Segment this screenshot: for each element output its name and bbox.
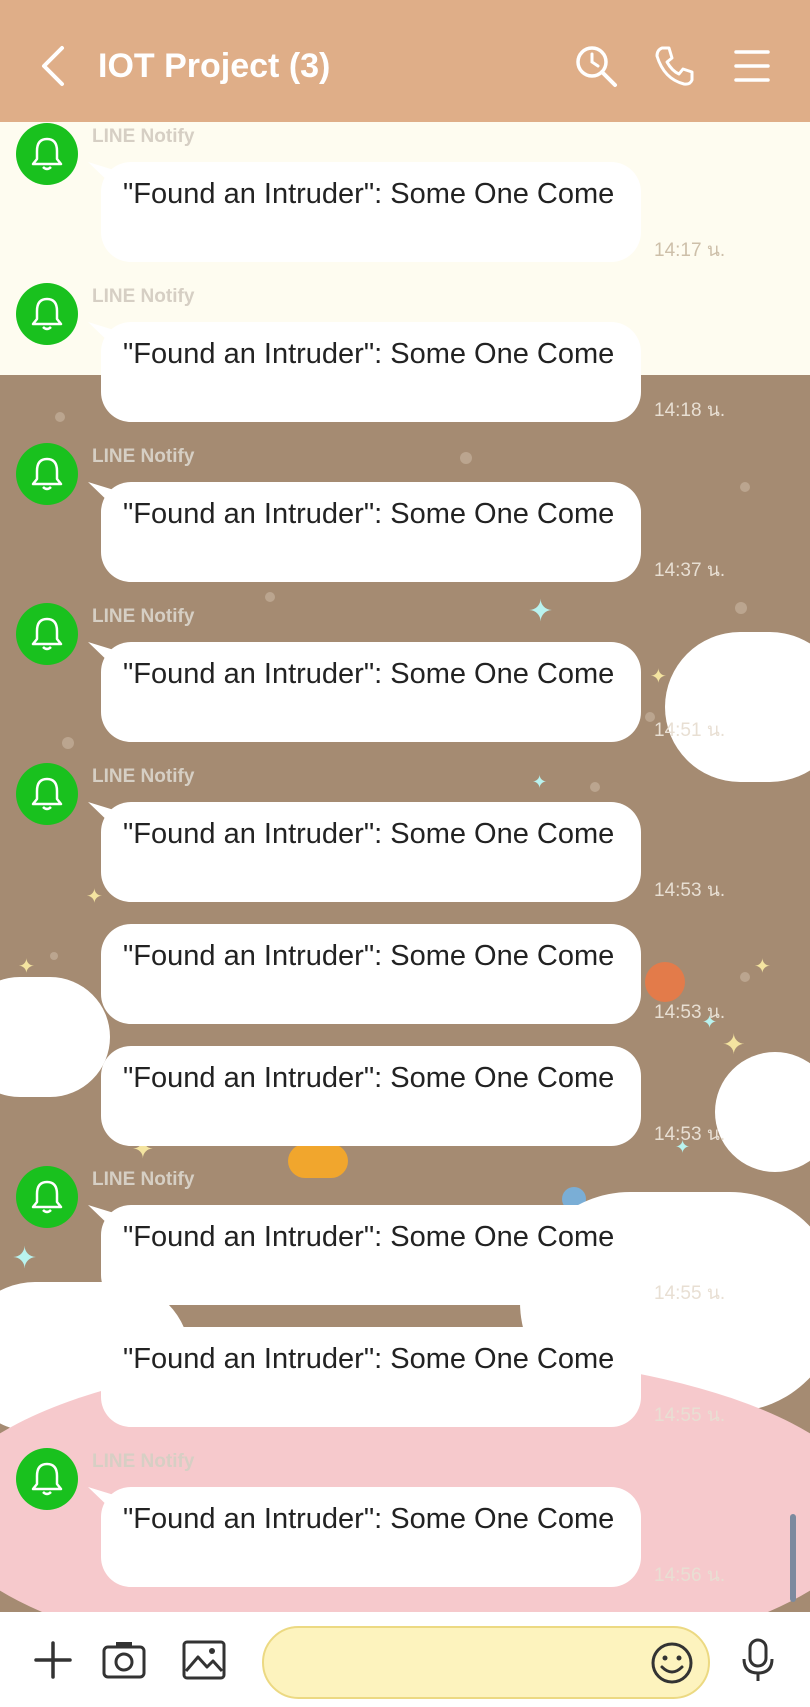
avatar[interactable] bbox=[16, 763, 78, 825]
avatar[interactable] bbox=[16, 283, 78, 345]
wallpaper-dot bbox=[735, 602, 747, 614]
message-time: 14:55 น. bbox=[654, 1283, 726, 1304]
sparkle-icon: ✦ bbox=[86, 886, 103, 908]
chat-title: IOT Project (3) bbox=[98, 47, 331, 85]
message-bubble[interactable]: "Found an Intruder": Some One Come bbox=[101, 1205, 641, 1305]
avatar[interactable] bbox=[16, 1448, 78, 1510]
message-time: 14:53 น. bbox=[654, 1002, 726, 1023]
wallpaper-dot bbox=[50, 952, 58, 960]
sparkle-icon: ✦ bbox=[12, 1242, 38, 1275]
message-bubble[interactable]: "Found an Intruder": Some One Come bbox=[101, 802, 641, 902]
sender-name: LINE Notify bbox=[92, 1451, 195, 1472]
sender-name: LINE Notify bbox=[92, 766, 195, 787]
sparkle-icon: ✦ bbox=[532, 772, 548, 792]
avatar[interactable] bbox=[16, 443, 78, 505]
avatar[interactable] bbox=[16, 123, 78, 185]
microphone-icon[interactable] bbox=[735, 1637, 781, 1683]
sender-name: LINE Notify bbox=[92, 1169, 195, 1190]
menu-icon[interactable] bbox=[730, 44, 774, 88]
message-time: 14:17 น. bbox=[654, 240, 726, 261]
wallpaper-dot bbox=[62, 737, 74, 749]
emoji-icon[interactable] bbox=[650, 1641, 694, 1685]
wallpaper-dot bbox=[55, 412, 65, 422]
message-bubble[interactable]: "Found an Intruder": Some One Come bbox=[101, 1487, 641, 1587]
chat-header: IOT Project (3) bbox=[0, 0, 810, 122]
message-input-bar bbox=[0, 1612, 810, 1707]
message-bubble[interactable]: "Found an Intruder": Some One Come bbox=[101, 162, 641, 262]
message-time: 14:53 น. bbox=[654, 1124, 726, 1145]
message-time: 14:51 น. bbox=[654, 720, 726, 741]
message-bubble[interactable]: "Found an Intruder": Some One Come bbox=[101, 322, 641, 422]
sparkle-icon: ✦ bbox=[650, 666, 667, 688]
sender-name: LINE Notify bbox=[92, 126, 195, 147]
message-time: 14:18 น. bbox=[654, 400, 726, 421]
message-bubble[interactable]: "Found an Intruder": Some One Come bbox=[101, 1046, 641, 1146]
wallpaper-dot bbox=[265, 592, 275, 602]
sparkle-icon: ✦ bbox=[754, 956, 771, 978]
sender-name: LINE Notify bbox=[92, 446, 195, 467]
sender-name: LINE Notify bbox=[92, 606, 195, 627]
message-time: 14:56 น. bbox=[654, 1565, 726, 1586]
message-bubble[interactable]: "Found an Intruder": Some One Come bbox=[101, 924, 641, 1024]
planet-icon bbox=[645, 962, 685, 1002]
avatar[interactable] bbox=[16, 603, 78, 665]
back-icon[interactable] bbox=[36, 44, 76, 88]
comet-icon bbox=[288, 1144, 348, 1178]
wallpaper-dot bbox=[740, 972, 750, 982]
search-icon[interactable] bbox=[574, 44, 618, 88]
message-time: 14:37 น. bbox=[654, 560, 726, 581]
wallpaper-dot bbox=[590, 782, 600, 792]
sparkle-icon: ✦ bbox=[528, 595, 554, 628]
camera-icon[interactable] bbox=[101, 1637, 147, 1683]
avatar[interactable] bbox=[16, 1166, 78, 1228]
wallpaper-dot bbox=[460, 452, 472, 464]
chat-area[interactable]: ✦ ✦ ✦ ✦ ✦ ✦ ✦ ✦ ✦ ✦ ✦ ✦ ✦ LINE Notify "F… bbox=[0, 122, 810, 1612]
sparkle-icon: ✦ bbox=[722, 1029, 746, 1060]
image-icon[interactable] bbox=[181, 1637, 227, 1683]
message-time: 14:53 น. bbox=[654, 880, 726, 901]
wallpaper-dot bbox=[740, 482, 750, 492]
message-bubble[interactable]: "Found an Intruder": Some One Come bbox=[101, 642, 641, 742]
scrollbar[interactable] bbox=[790, 1514, 796, 1602]
cloud-decoration bbox=[665, 632, 810, 782]
sender-name: LINE Notify bbox=[92, 286, 195, 307]
plus-icon[interactable] bbox=[30, 1637, 76, 1683]
message-time: 14:55 น. bbox=[654, 1405, 726, 1426]
phone-icon[interactable] bbox=[652, 44, 696, 88]
message-bubble[interactable]: "Found an Intruder": Some One Come bbox=[101, 482, 641, 582]
message-input[interactable] bbox=[262, 1626, 710, 1699]
message-bubble[interactable]: "Found an Intruder": Some One Come bbox=[101, 1327, 641, 1427]
